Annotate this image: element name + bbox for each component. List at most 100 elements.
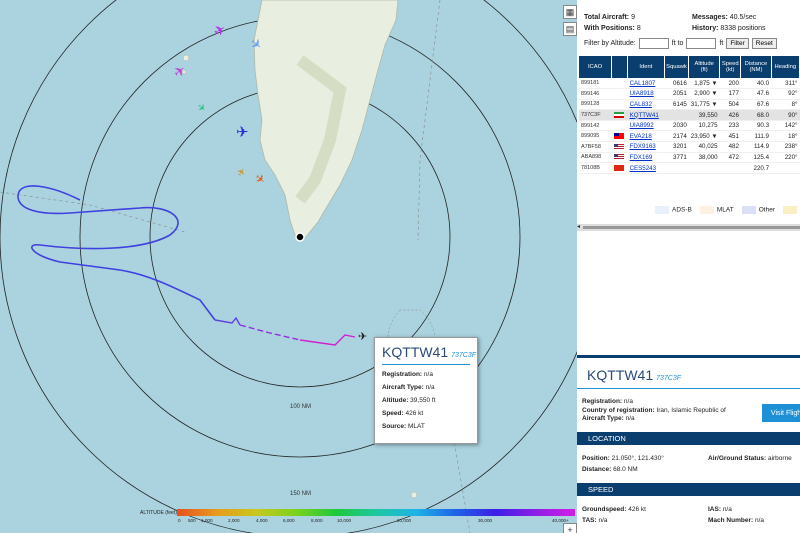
sel-country-label: Country of registration: [582, 406, 655, 414]
altitude-max-input[interactable] [686, 38, 717, 49]
country-flag-icon [613, 143, 624, 150]
col-altitude[interactable]: Altitude (ft) [688, 56, 721, 78]
aircraft-icon[interactable]: ✈ [236, 123, 249, 141]
col-icao[interactable]: ICAO [579, 56, 613, 78]
range-ring-label: 150 NM [290, 491, 312, 497]
total-aircraft-label: Total Aircraft: [584, 14, 630, 21]
legend-other: Other [741, 206, 775, 214]
selected-info: Registration: n/a Country of registratio… [582, 398, 726, 424]
heading-cell: 90° [771, 109, 800, 121]
popup-speed-label: Speed: [382, 410, 404, 417]
map-canvas[interactable] [0, 0, 577, 533]
popup-source-label: Source: [382, 423, 407, 430]
map-layers-button[interactable]: ▦ [563, 5, 577, 19]
reset-button[interactable]: Reset [751, 38, 777, 49]
popup-ident: KQTTW41 [382, 344, 449, 360]
flag-cell [611, 130, 628, 143]
altitude-cell: 10,275 [688, 120, 720, 132]
ident-cell[interactable]: FDX169 [627, 152, 665, 164]
ident-cell[interactable]: KQTTW41 [627, 109, 665, 121]
flag-cell [611, 152, 628, 164]
ident-cell[interactable]: CAL832 [627, 99, 665, 111]
altitude-tick: 10,000 [337, 518, 352, 523]
altitude-tick: 6,000 [283, 518, 295, 523]
map-view[interactable]: ✈ ✈ ✈ ✈ ✈ ✈ ✈ ✈ 100 NM 150 NM ▦ ▤ + KQTT… [0, 0, 577, 533]
altitude-cell: 1,875 ▼ [688, 78, 720, 90]
distance-cell: 125.4 [740, 152, 772, 164]
col-squawk[interactable]: Squawk [664, 56, 690, 78]
sel-registration-label: Registration: [582, 398, 623, 405]
icao-cell: 899095 [579, 130, 612, 143]
table-row[interactable]: A7BF58 FDX9163 3201 40,025 482 114.9 238° [579, 141, 800, 153]
total-aircraft-value: 9 [631, 14, 635, 21]
table-row[interactable]: 899128 CAL832 6145 31,775 ▼ 504 67.6 8° [579, 99, 800, 111]
table-row[interactable]: 78108B CES5243 220.7 [579, 162, 800, 174]
country-flag-icon [613, 154, 624, 161]
speed-cell: 504 [719, 99, 741, 111]
location-section-header[interactable]: LOCATION [577, 432, 800, 445]
heading-cell: 311° [771, 78, 800, 90]
col-heading[interactable]: Heading [771, 56, 800, 78]
with-positions-label: With Positions: [584, 25, 635, 32]
table-horizontal-scrollbar[interactable]: ◂ [577, 224, 800, 231]
table-row[interactable]: 899142 UIA8992 2030 10,275 233 90.3 142° [579, 120, 800, 132]
speed-cell: 482 [719, 141, 741, 153]
col-distance[interactable]: Distance (NM) [740, 56, 772, 78]
selected-title: KQTTW41 737C3F [587, 367, 681, 383]
aircraft-table: ICAO Ident Squawk Altitude (ft) Speed (k… [579, 56, 800, 174]
ident-cell[interactable]: UIA8992 [627, 120, 665, 132]
speed-cell: 426 [719, 109, 741, 121]
altitude-tick: 8,000 [311, 518, 323, 523]
distance-cell: 47.6 [740, 88, 772, 100]
selected-title-underline [577, 388, 800, 389]
table-row[interactable]: 899181 CAL1807 0616 1,875 ▼ 200 40.0 311° [579, 78, 800, 90]
ident-cell[interactable]: CAL1807 [627, 78, 665, 90]
altitude-cell [688, 162, 720, 174]
heading-cell [771, 162, 800, 174]
altitude-min-input[interactable] [638, 38, 669, 49]
popup-altitude-label: Altitude: [382, 397, 409, 404]
col-flag[interactable] [611, 56, 629, 78]
distance-label: Distance: [582, 466, 612, 473]
ident-cell[interactable]: UIA8918 [627, 88, 665, 100]
icao-cell: 899142 [579, 120, 612, 132]
icao-cell: 78108B [579, 162, 612, 174]
position-label: Position: [582, 455, 610, 462]
ident-cell[interactable]: CES5243 [627, 162, 665, 174]
heading-cell: 220° [771, 152, 800, 164]
altitude-cell: 31,775 ▼ [688, 99, 720, 111]
table-row[interactable]: 899095 EVA218 2174 23,950 ▼ 451 111.9 18° [579, 130, 800, 143]
altitude-legend-label: ALTITUDE (feet) [140, 510, 177, 516]
taiwan-landmass [253, 0, 399, 239]
visit-flight-button[interactable]: Visit Flight [762, 404, 800, 422]
sidebar: Total Aircraft: 9 Messages: 40.5/sec Wit… [577, 0, 800, 533]
altitude-tick: 500 [188, 518, 196, 523]
legend-adsb: ADS-B [655, 206, 692, 214]
aircraft-popup[interactable]: KQTTW41 737C3F Registration: n/a Aircraft… [374, 337, 478, 444]
ident-cell[interactable]: EVA218 [627, 130, 665, 143]
col-ident[interactable]: Ident [627, 56, 665, 78]
country-flag-icon [613, 111, 624, 118]
altitude-tick: 40,000+ [552, 518, 569, 523]
sel-registration: n/a [623, 398, 633, 405]
source-legend: ADS-B MLAT Other [655, 206, 800, 214]
speed-section-header[interactable]: SPEED [577, 483, 800, 496]
receiver-site-marker [295, 232, 305, 242]
selected-aircraft-icon[interactable]: ✈ [358, 330, 367, 343]
altitude-cell: 23,950 ▼ [688, 130, 720, 143]
col-speed[interactable]: Speed (kt) [719, 56, 742, 78]
filter-button[interactable]: Filter [726, 38, 749, 49]
ident-cell[interactable]: FDX9163 [627, 141, 665, 153]
messages-label: Messages: [692, 14, 728, 21]
table-row[interactable]: ABA898 FDX169 3771 38,000 472 125.4 220° [579, 152, 800, 164]
aircraft-table-body: 899181 CAL1807 0616 1,875 ▼ 200 40.0 311° 89914… [579, 78, 800, 174]
heading-cell: 238° [771, 141, 800, 153]
speed-cell: 233 [719, 120, 741, 132]
table-row[interactable]: 899146 UIA8918 2051 2,900 ▼ 177 47.6 92° [579, 88, 800, 100]
flag-cell [611, 99, 628, 111]
table-row[interactable]: 737C3F KQTTW41 39,550 426 68.0 90° [579, 109, 800, 121]
heading-cell: 92° [771, 88, 800, 100]
map-grid-button[interactable]: ▤ [563, 22, 577, 36]
popup-altitude: 39,550 ft [410, 397, 436, 404]
icao-cell: 899128 [579, 99, 612, 111]
